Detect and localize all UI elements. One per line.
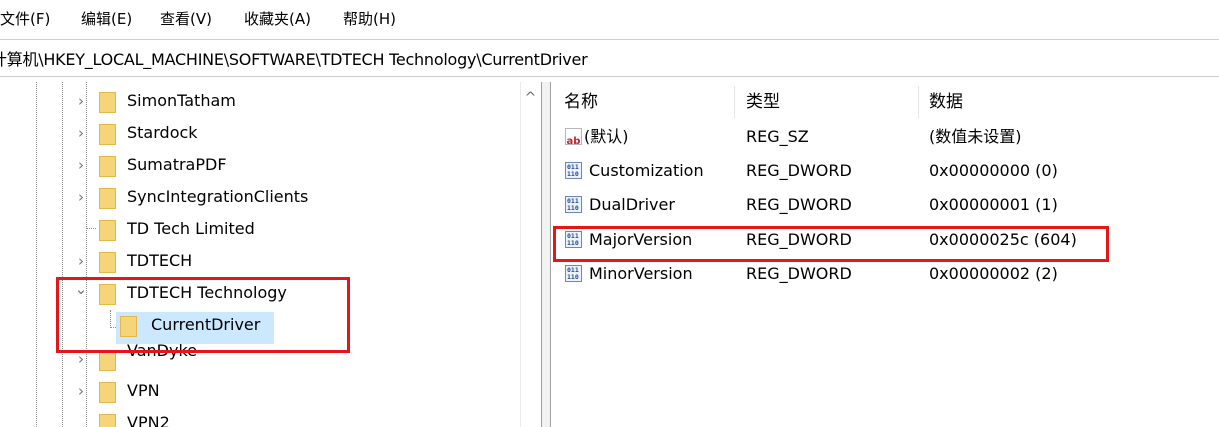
chevron-right-icon[interactable]: › (74, 252, 88, 270)
menu-separator (0, 39, 1219, 40)
value-type: REG_SZ (746, 127, 809, 146)
value-data: 0x00000002 (2) (929, 264, 1058, 283)
tree-item[interactable]: › SyncIntegrationClients (0, 182, 520, 214)
column-header-name[interactable]: 名称 (564, 92, 598, 112)
address-bar[interactable]: 计算机\HKEY_LOCAL_MACHINE\SOFTWARE\TDTECH T… (0, 45, 1219, 75)
tree-item-label: SimonTatham (127, 91, 236, 110)
column-divider[interactable] (734, 86, 735, 118)
tree-item[interactable]: TD Tech Limited (0, 214, 520, 246)
chevron-right-icon[interactable]: › (74, 188, 88, 206)
menu-help[interactable]: 帮助(H) (343, 10, 396, 28)
folder-icon (99, 252, 116, 273)
pane-splitter[interactable] (541, 82, 551, 427)
value-name: (默认) (584, 127, 629, 146)
value-type: REG_DWORD (746, 195, 852, 214)
list-row[interactable]: 011 110 DualDriver REG_DWORD 0x00000001 (… (551, 188, 1219, 222)
chevron-right-icon[interactable]: › (74, 92, 88, 110)
registry-tree[interactable]: › SimonTatham › Stardock › SumatraPDF › … (0, 82, 541, 427)
tree-item[interactable]: › Stardock (0, 118, 520, 150)
chevron-right-icon[interactable]: › (74, 124, 88, 142)
tree-scrollbar[interactable] (520, 82, 541, 427)
dword-value-icon: 011 110 (565, 196, 582, 213)
row-highlight-box (553, 226, 1109, 262)
address-path[interactable]: 计算机\HKEY_LOCAL_MACHINE\SOFTWARE\TDTECH T… (0, 50, 588, 70)
value-type: REG_DWORD (746, 264, 852, 283)
value-type: REG_DWORD (746, 161, 852, 180)
tree-highlight-box (56, 277, 350, 353)
menu-bar: 文件(F) 编辑(E) 查看(V) 收藏夹(A) 帮助(H) (0, 0, 1219, 30)
folder-icon (99, 124, 116, 145)
column-header-data[interactable]: 数据 (929, 92, 963, 112)
folder-icon (99, 92, 116, 113)
menu-edit[interactable]: 编辑(E) (81, 10, 132, 28)
folder-icon (99, 188, 116, 209)
folder-icon (99, 382, 116, 403)
tree-item[interactable]: › VPN (0, 376, 520, 408)
chevron-right-icon[interactable]: › (74, 382, 88, 400)
tree-item-label: TD Tech Limited (127, 219, 255, 238)
menu-view[interactable]: 查看(V) (160, 10, 212, 28)
dword-value-icon: 011 110 (565, 162, 582, 179)
tree-item-label: VPN (127, 381, 160, 400)
value-data: (数值未设置) (929, 127, 1022, 146)
column-divider[interactable] (918, 86, 919, 118)
tree-item-label: SyncIntegrationClients (127, 187, 309, 206)
dword-value-icon: 011 110 (565, 265, 582, 282)
address-separator (0, 76, 1219, 77)
tree-item[interactable]: › SumatraPDF (0, 150, 520, 182)
chevron-right-icon[interactable]: › (74, 156, 88, 174)
tree-item[interactable]: VPN2 (0, 408, 520, 427)
tree-item-label: TDTECH (127, 251, 193, 270)
list-row[interactable]: 011 110 Customization REG_DWORD 0x0000000… (551, 154, 1219, 188)
tree-item[interactable]: › SimonTatham (0, 86, 520, 118)
value-name: Customization (589, 161, 704, 180)
folder-icon (99, 350, 116, 371)
value-data: 0x00000000 (0) (929, 161, 1058, 180)
tree-item-label: SumatraPDF (127, 155, 227, 174)
folder-icon (99, 220, 116, 241)
list-row[interactable]: 011 110 MinorVersion REG_DWORD 0x00000002… (551, 257, 1219, 291)
tree-item[interactable]: › TDTECH (0, 246, 520, 278)
menu-favorites[interactable]: 收藏夹(A) (244, 10, 311, 28)
menu-file[interactable]: 文件(F) (0, 10, 50, 28)
folder-icon (99, 156, 116, 177)
value-name: DualDriver (589, 195, 675, 214)
tree-item-label: VPN2 (127, 413, 170, 427)
value-data: 0x00000001 (1) (929, 195, 1058, 214)
list-row[interactable]: ab (默认) REG_SZ (数值未设置) (551, 120, 1219, 154)
string-value-icon: ab (565, 128, 582, 147)
column-header-type[interactable]: 类型 (746, 92, 780, 112)
scroll-up-arrow-icon[interactable]: ^ (520, 88, 541, 108)
folder-icon (99, 414, 116, 427)
value-name: MinorVersion (589, 264, 693, 283)
tree-item-label: Stardock (127, 123, 198, 142)
